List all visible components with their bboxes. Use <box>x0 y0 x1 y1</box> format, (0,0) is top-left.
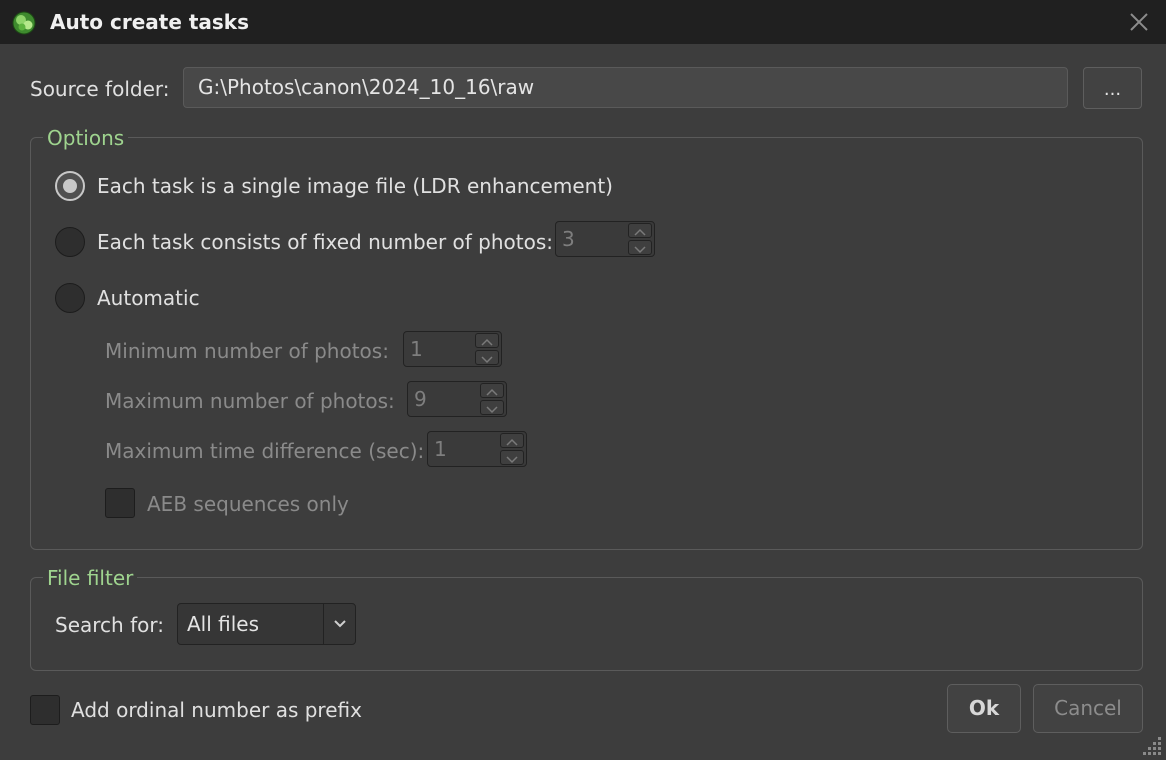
min-photos-label: Minimum number of photos: <box>105 339 389 363</box>
file-filter-legend: File filter <box>43 566 138 590</box>
options-legend: Options <box>43 126 129 150</box>
fixed-number-spinbox[interactable]: 3 <box>555 221 655 257</box>
resize-grip-icon[interactable] <box>1140 733 1164 757</box>
aeb-only-label[interactable]: AEB sequences only <box>147 492 349 516</box>
chevron-up-icon <box>481 338 493 346</box>
max-photos-value: 9 <box>414 387 427 411</box>
chevron-down-icon <box>634 246 646 254</box>
max-time-spinbox[interactable]: 1 <box>427 431 527 467</box>
fixed-number-label[interactable]: Each task consists of fixed number of ph… <box>97 230 553 254</box>
title-bar[interactable]: Auto create tasks <box>0 0 1166 44</box>
dropdown-button[interactable] <box>323 604 356 644</box>
chevron-down-icon <box>506 456 518 464</box>
close-button[interactable] <box>1122 6 1156 38</box>
spin-up-button[interactable] <box>475 333 499 348</box>
max-photos-label: Maximum number of photos: <box>105 389 395 413</box>
min-photos-spinbox[interactable]: 1 <box>403 331 502 367</box>
source-folder-input[interactable]: G:\Photos\canon\2024_10_16\raw <box>183 67 1068 108</box>
ordinal-prefix-label[interactable]: Add ordinal number as prefix <box>71 698 362 722</box>
aeb-only-checkbox[interactable] <box>105 488 135 518</box>
automatic-label[interactable]: Automatic <box>97 286 200 310</box>
dialog-window: Auto create tasks Source folder: G:\Phot… <box>0 0 1166 760</box>
fixed-number-value: 3 <box>562 227 575 251</box>
spin-down-button[interactable] <box>500 450 524 465</box>
chevron-down-icon <box>486 406 498 414</box>
chevron-down-icon <box>334 620 346 628</box>
max-time-value: 1 <box>434 437 447 461</box>
single-image-radio[interactable] <box>55 171 85 201</box>
max-photos-spinbox[interactable]: 9 <box>407 381 507 417</box>
spin-up-button[interactable] <box>500 433 524 448</box>
spin-down-button[interactable] <box>475 350 499 365</box>
spin-up-button[interactable] <box>480 383 504 398</box>
ordinal-prefix-checkbox[interactable] <box>30 695 60 725</box>
chevron-up-icon <box>486 388 498 396</box>
automatic-radio[interactable] <box>55 283 85 313</box>
cancel-button[interactable]: Cancel <box>1033 684 1143 733</box>
spin-up-button[interactable] <box>628 223 652 238</box>
chevron-up-icon <box>634 228 646 236</box>
spin-down-button[interactable] <box>480 400 504 415</box>
chevron-down-icon <box>481 356 493 364</box>
fixed-number-radio[interactable] <box>55 227 85 257</box>
ok-button[interactable]: Ok <box>947 684 1021 733</box>
single-image-label[interactable]: Each task is a single image file (LDR en… <box>97 174 613 198</box>
file-type-value: All files <box>187 612 260 636</box>
app-logo-icon <box>12 11 36 35</box>
chevron-up-icon <box>506 438 518 446</box>
source-folder-label: Source folder: <box>30 77 170 101</box>
file-type-select[interactable]: All files <box>177 603 356 645</box>
close-icon <box>1130 13 1148 31</box>
browse-button[interactable]: ... <box>1083 67 1142 109</box>
min-photos-value: 1 <box>410 337 423 361</box>
window-title: Auto create tasks <box>50 10 250 34</box>
search-for-label: Search for: <box>55 613 164 637</box>
max-time-label: Maximum time difference (sec): <box>105 439 425 463</box>
spin-down-button[interactable] <box>628 240 652 255</box>
